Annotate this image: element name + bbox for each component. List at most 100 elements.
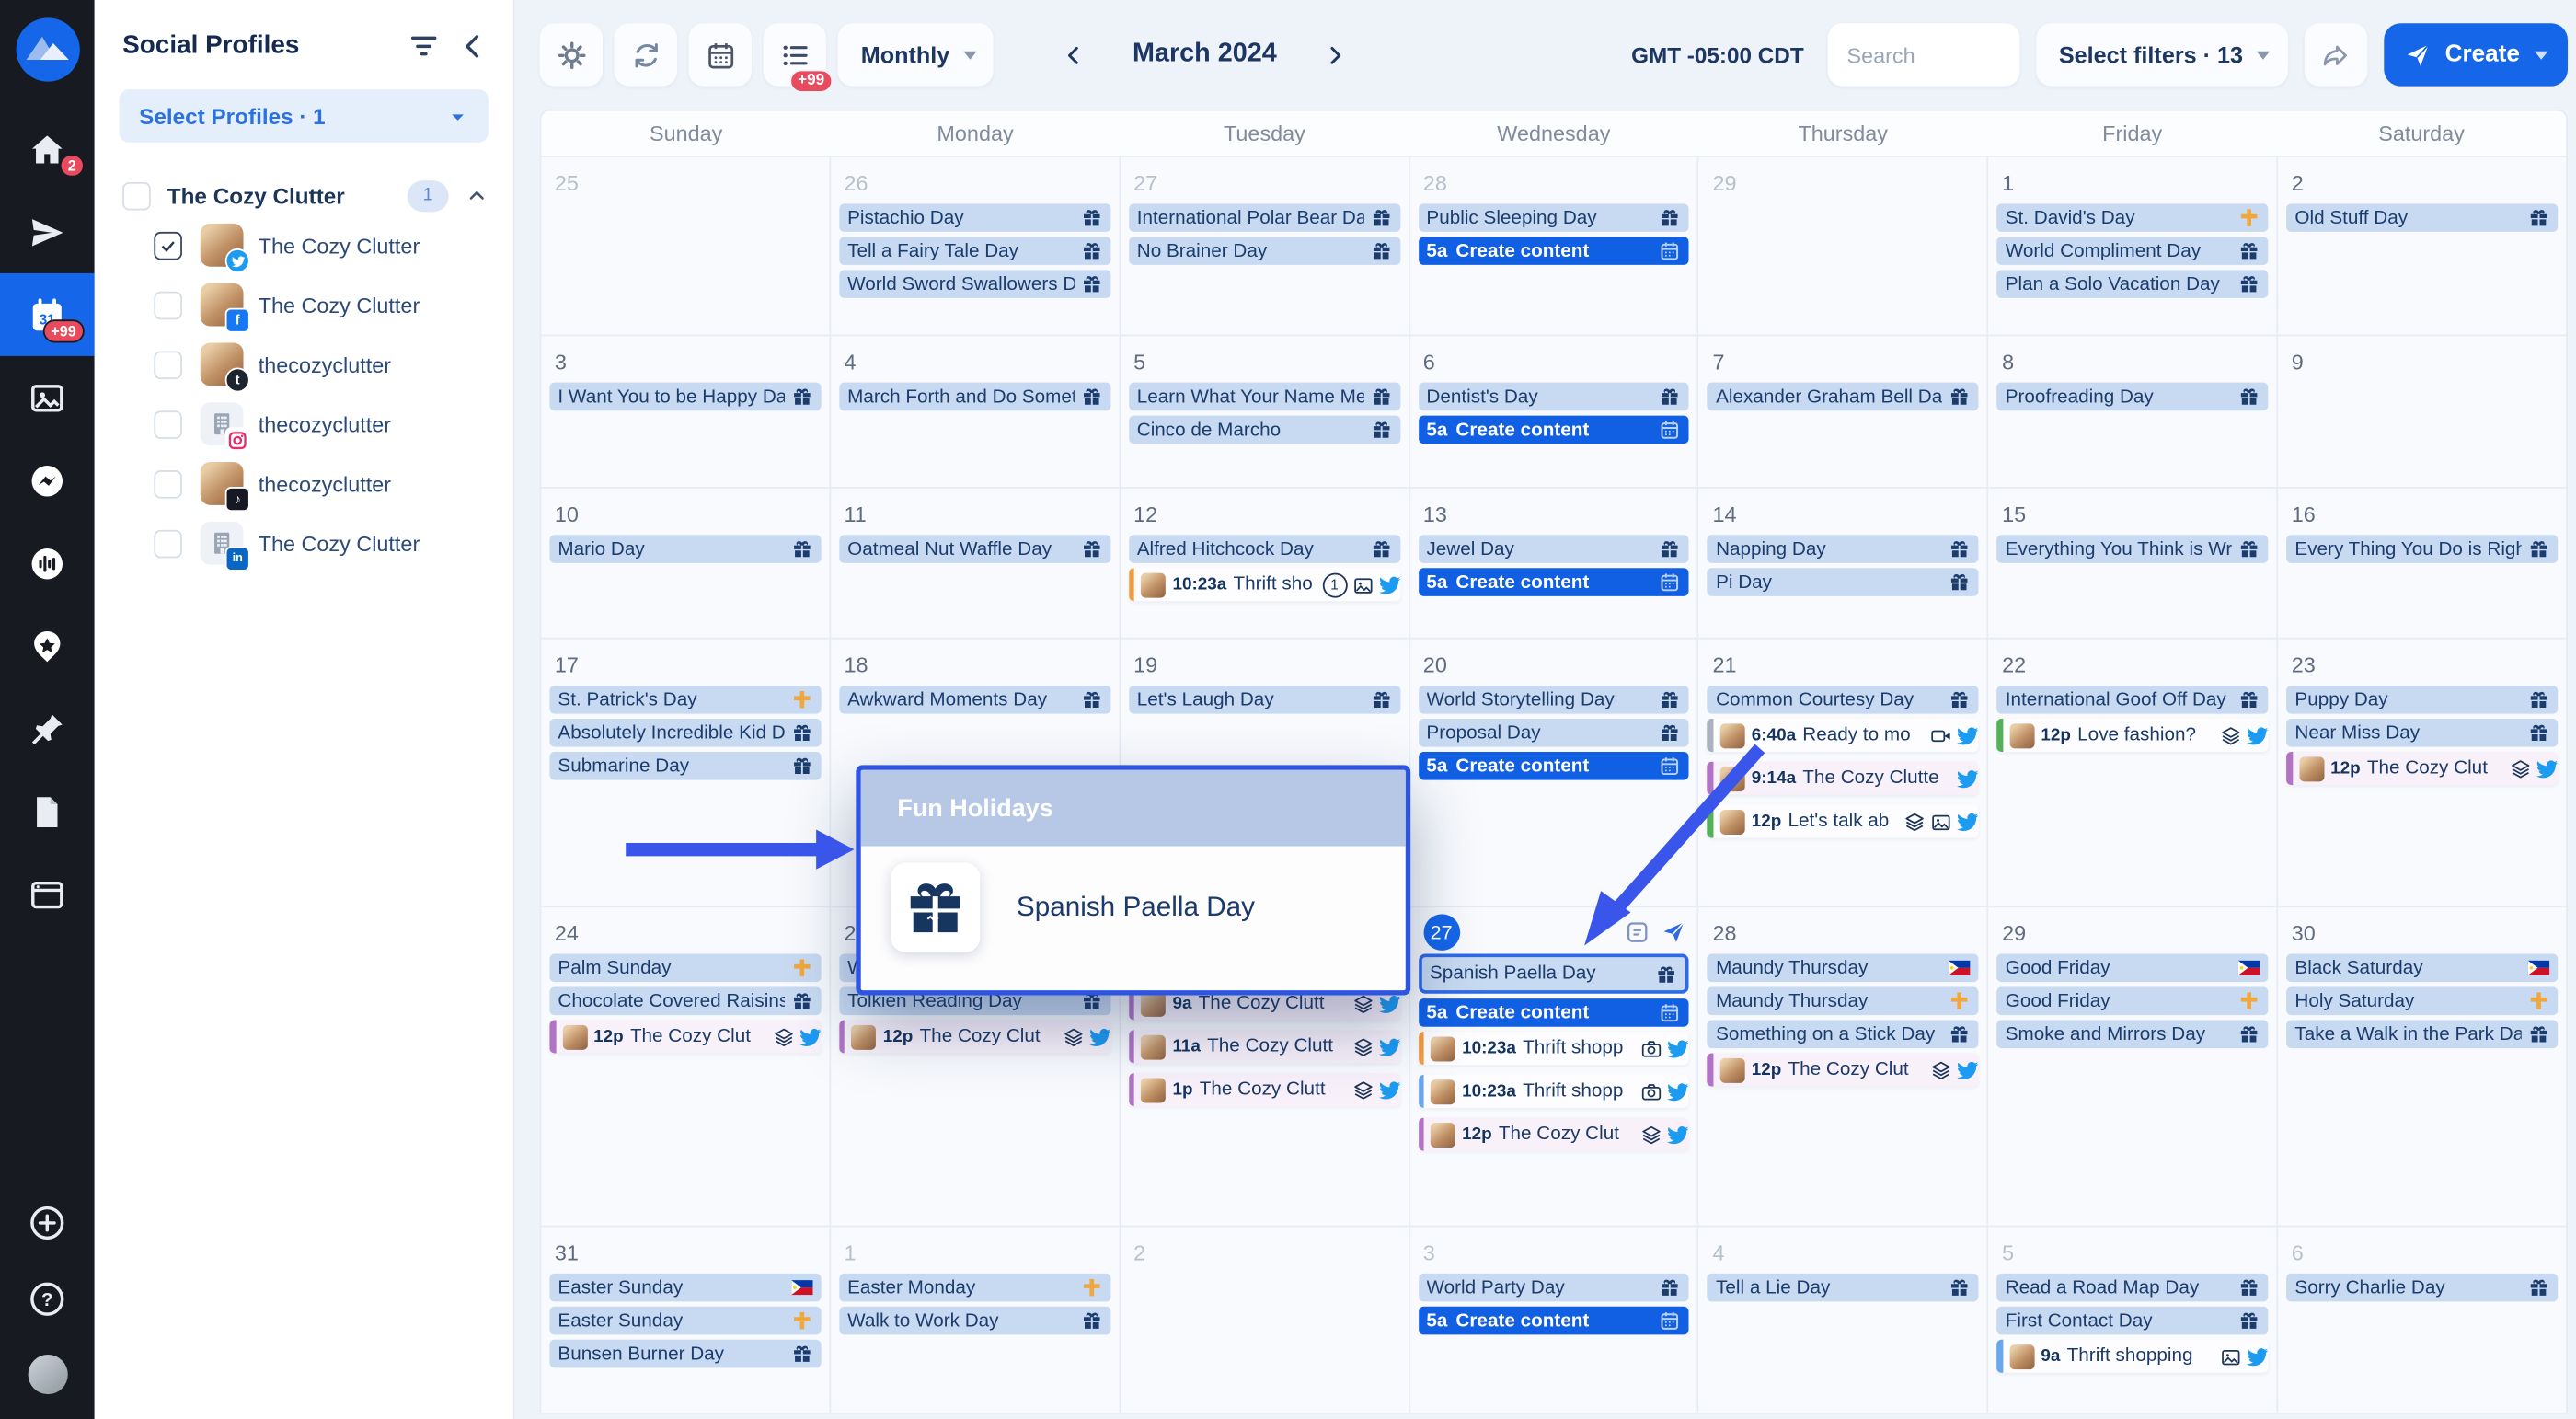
- rail-item-reviews[interactable]: [0, 605, 95, 687]
- holiday-chip[interactable]: Awkward Moments Day: [839, 686, 1110, 714]
- refresh-button[interactable]: [615, 23, 677, 86]
- scheduled-post-chip[interactable]: 12pThe Cozy Clut: [1418, 1118, 1689, 1151]
- holiday-chip[interactable]: Oatmeal Nut Waffle Day: [839, 535, 1110, 563]
- day-cell-30[interactable]: 30Black SaturdayHoly SaturdayTake a Walk…: [2278, 906, 2568, 1225]
- create-content-chip[interactable]: 5aCreate content: [1418, 568, 1689, 596]
- scheduled-post-chip[interactable]: 11aThe Cozy Clutt: [1129, 1030, 1400, 1063]
- holiday-chip[interactable]: St. David's Day: [1997, 203, 2269, 232]
- day-cell-27[interactable]: 27International Polar Bear DayNo Brainer…: [1121, 156, 1410, 334]
- holiday-chip[interactable]: Jewel Day: [1418, 535, 1689, 563]
- holiday-chip[interactable]: Proposal Day: [1418, 719, 1689, 747]
- vista-social-logo[interactable]: [12, 15, 82, 85]
- profile-item-tumblr[interactable]: tthecozyclutter: [95, 334, 513, 394]
- scheduled-post-chip[interactable]: 10:23aThrift shopp: [1418, 1075, 1689, 1108]
- rail-item-listening[interactable]: [0, 522, 95, 605]
- holiday-chip[interactable]: Easter Monday: [839, 1274, 1110, 1302]
- rail-item-pages[interactable]: [0, 853, 95, 936]
- create-content-chip[interactable]: 5aCreate content: [1418, 752, 1689, 780]
- day-cell-5[interactable]: 5Read a Road Map DayFirst Contact Day9aT…: [1989, 1226, 2279, 1414]
- holiday-chip[interactable]: Read a Road Map Day: [1997, 1274, 2269, 1302]
- holiday-chip[interactable]: St. Patrick's Day: [549, 686, 821, 714]
- create-content-chip[interactable]: 5aCreate content: [1418, 236, 1689, 265]
- profile-item-linkedin[interactable]: inThe Cozy Clutter: [95, 513, 513, 573]
- day-cell-3[interactable]: 3World Party Day5aCreate content: [1409, 1226, 1699, 1414]
- day-cell-4[interactable]: 4Tell a Lie Day: [1699, 1226, 1989, 1414]
- create-content-chip[interactable]: 5aCreate content: [1418, 998, 1689, 1027]
- create-content-chip[interactable]: 5aCreate content: [1418, 1307, 1689, 1335]
- rail-item-media[interactable]: [0, 356, 95, 439]
- send-icon[interactable]: [1662, 919, 1688, 946]
- holiday-chip[interactable]: International Goof Off Day: [1997, 686, 2269, 714]
- day-cell-2[interactable]: 2: [1121, 1226, 1410, 1414]
- previous-month-button[interactable]: [1049, 29, 1098, 79]
- holiday-chip[interactable]: Maundy Thursday: [1708, 954, 1979, 983]
- holiday-chip[interactable]: Tell a Lie Day: [1708, 1274, 1979, 1302]
- holiday-chip[interactable]: Spanish Paella Day: [1418, 954, 1689, 994]
- holiday-chip[interactable]: Puppy Day: [2286, 686, 2558, 714]
- scheduled-post-chip[interactable]: 12pLove fashion?: [1997, 719, 2269, 752]
- holiday-chip[interactable]: World Sword Swallowers Day: [839, 270, 1110, 298]
- holiday-chip[interactable]: I Want You to be Happy Day: [549, 383, 821, 411]
- scheduled-post-chip[interactable]: 1pThe Cozy Clutt: [1129, 1073, 1400, 1106]
- create-content-chip[interactable]: 5aCreate content: [1418, 416, 1689, 444]
- rail-item-home[interactable]: 2: [0, 108, 95, 190]
- holiday-chip[interactable]: Chocolate Covered Raisins D…: [549, 987, 821, 1016]
- day-cell-9[interactable]: 9: [2278, 334, 2568, 487]
- holiday-chip[interactable]: Plan a Solo Vacation Day: [1997, 270, 2269, 298]
- rail-item-calendar[interactable]: 31+99: [0, 273, 95, 356]
- day-cell-1[interactable]: 1Easter MondayWalk to Work Day: [831, 1226, 1121, 1414]
- day-cell-26[interactable]: 26Pistachio DayTell a Fairy Tale DayWorl…: [831, 156, 1121, 334]
- holiday-chip[interactable]: International Polar Bear Day: [1129, 203, 1400, 232]
- holiday-chip[interactable]: Public Sleeping Day: [1418, 203, 1689, 232]
- holiday-chip[interactable]: World Party Day: [1418, 1274, 1689, 1302]
- day-cell-12[interactable]: 12Alfred Hitchcock Day10:23aThrift sho1: [1121, 487, 1410, 638]
- share-export-button[interactable]: [2305, 23, 2367, 86]
- profile-checkbox[interactable]: [154, 351, 182, 379]
- holiday-chip[interactable]: Palm Sunday: [549, 954, 821, 983]
- profile-item-instagram[interactable]: thecozyclutter: [95, 394, 513, 454]
- rail-item-add[interactable]: [0, 1184, 95, 1261]
- holiday-chip[interactable]: Bunsen Burner Day: [549, 1340, 821, 1368]
- day-cell-7[interactable]: 7Alexander Graham Bell Day: [1699, 334, 1989, 487]
- day-cell-2[interactable]: 2Old Stuff Day: [2278, 156, 2568, 334]
- holiday-chip[interactable]: Walk to Work Day: [839, 1307, 1110, 1335]
- filter-icon[interactable]: [408, 29, 441, 63]
- holiday-chip[interactable]: Everything You Think is Wron…: [1997, 535, 2269, 563]
- day-cell-22[interactable]: 22International Goof Off Day12pLove fash…: [1989, 638, 2279, 906]
- holiday-chip[interactable]: Old Stuff Day: [2286, 203, 2558, 232]
- select-profiles-dropdown[interactable]: Select Profiles · 1: [120, 89, 489, 143]
- day-cell-20[interactable]: 20World Storytelling DayProposal Day5aCr…: [1409, 638, 1699, 906]
- scheduled-post-chip[interactable]: 12pLet's talk ab: [1708, 805, 1979, 838]
- holiday-chip[interactable]: No Brainer Day: [1129, 236, 1400, 265]
- holiday-chip[interactable]: Good Friday: [1997, 954, 2269, 983]
- rail-item-help[interactable]: ?: [0, 1260, 95, 1336]
- day-cell-1[interactable]: 1St. David's DayWorld Compliment DayPlan…: [1989, 156, 2279, 334]
- scheduled-post-chip[interactable]: 12pThe Cozy Clut: [2286, 752, 2558, 785]
- profile-item-facebook[interactable]: fThe Cozy Clutter: [95, 275, 513, 335]
- profile-checkbox[interactable]: [154, 469, 182, 498]
- day-cell-3[interactable]: 3I Want You to be Happy Day: [541, 334, 831, 487]
- day-cell-23[interactable]: 23Puppy DayNear Miss Day12pThe Cozy Clut: [2278, 638, 2568, 906]
- list-view-button[interactable]: +99: [764, 23, 826, 86]
- scheduled-post-chip[interactable]: 10:23aThrift sho1: [1129, 568, 1400, 601]
- day-cell-4[interactable]: 4March Forth and Do Somethi…: [831, 334, 1121, 487]
- day-cell-11[interactable]: 11Oatmeal Nut Waffle Day: [831, 487, 1121, 638]
- holiday-chip[interactable]: Easter Sunday: [549, 1307, 821, 1335]
- scheduled-post-chip[interactable]: 9aThrift shopping: [1997, 1340, 2269, 1373]
- scheduled-post-chip[interactable]: 12pThe Cozy Clut: [839, 1020, 1110, 1053]
- scheduled-post-chip[interactable]: 9:14aThe Cozy Clutte: [1708, 762, 1979, 795]
- rail-item-tasks[interactable]: [0, 687, 95, 770]
- day-cell-31[interactable]: 31Easter SundayEaster SundayBunsen Burne…: [541, 1226, 831, 1414]
- create-button[interactable]: Create: [2384, 23, 2568, 86]
- holiday-chip[interactable]: First Contact Day: [1997, 1307, 2269, 1335]
- day-cell-6[interactable]: 6Sorry Charlie Day: [2278, 1226, 2568, 1414]
- holiday-chip[interactable]: Mario Day: [549, 535, 821, 563]
- holiday-chip[interactable]: Submarine Day: [549, 752, 821, 780]
- rail-item-reports[interactable]: [0, 770, 95, 853]
- holiday-chip[interactable]: Holy Saturday: [2286, 987, 2558, 1016]
- day-cell-28[interactable]: 28Maundy ThursdayMaundy ThursdaySomethin…: [1699, 906, 1989, 1225]
- holiday-chip[interactable]: Black Saturday: [2286, 954, 2558, 983]
- holiday-chip[interactable]: Something on a Stick Day: [1708, 1020, 1979, 1048]
- profile-item-twitter[interactable]: The Cozy Clutter: [95, 215, 513, 275]
- collapse-sidebar-icon[interactable]: [457, 29, 490, 63]
